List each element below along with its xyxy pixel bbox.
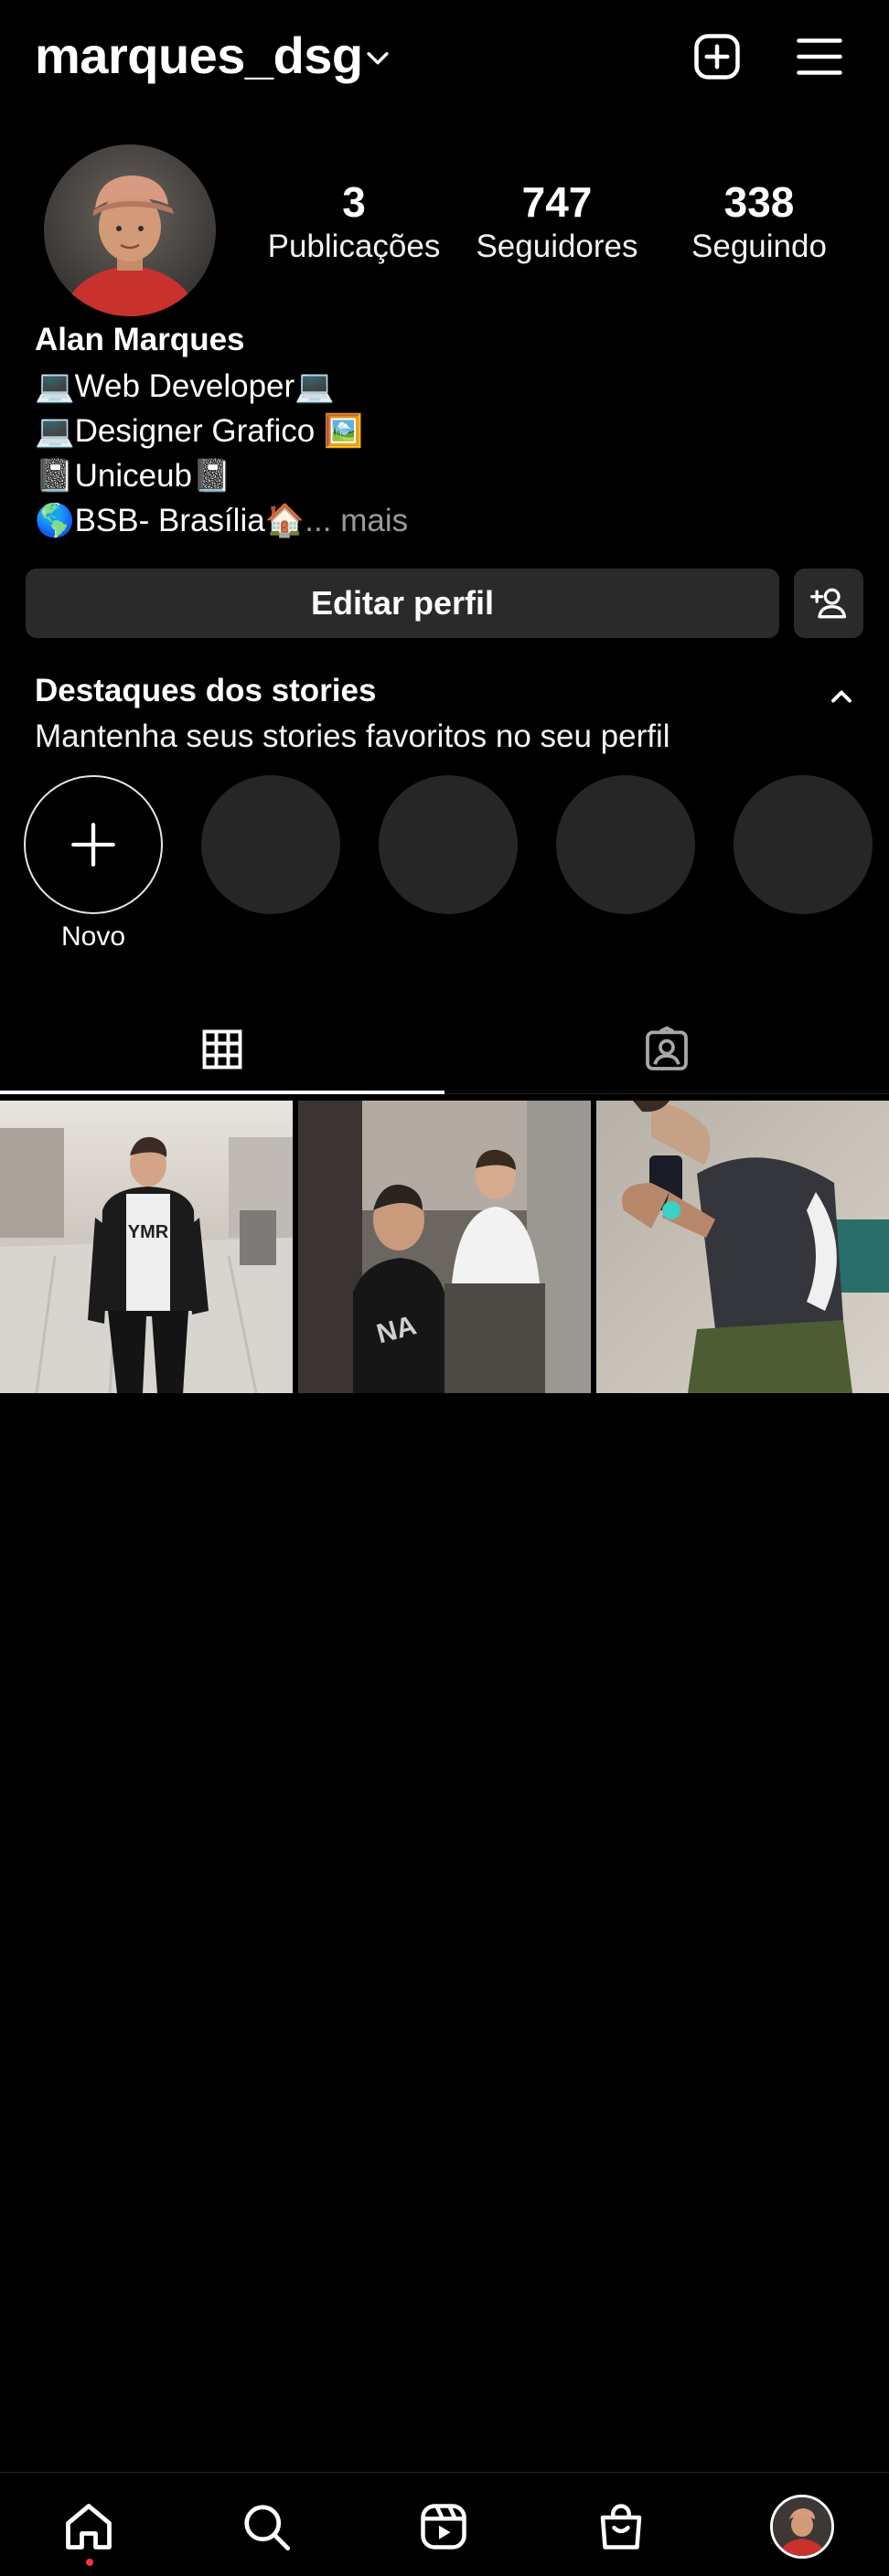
search-icon: [244, 2505, 291, 2551]
edit-profile-button[interactable]: Editar perfil: [26, 569, 779, 638]
nav-shop[interactable]: [589, 2495, 653, 2559]
home-icon: [66, 2504, 112, 2549]
bio-ellipsis: ...: [305, 503, 332, 538]
svg-text:YMR: YMR: [128, 1222, 169, 1242]
posts-count[interactable]: 3 Publicações: [254, 179, 454, 267]
highlight-placeholder: [201, 775, 340, 914]
bio-line-last: 🌎BSB- Brasília🏠... mais: [35, 502, 408, 540]
shop-icon: [600, 2504, 642, 2549]
tab-tagged[interactable]: [444, 1006, 889, 1093]
full-name: Alan Marques: [35, 322, 245, 357]
nav-home[interactable]: [57, 2495, 121, 2559]
posts-count-label: Publicações: [267, 228, 441, 264]
new-post-icon[interactable]: [690, 29, 744, 84]
add-user-icon: [810, 588, 847, 619]
following-count-value: 338: [723, 178, 795, 226]
notification-dot: [86, 2559, 93, 2566]
following-count-label: Seguindo: [691, 228, 827, 264]
bio-line: 📓Uniceub📓: [35, 458, 232, 494]
grid-icon: [202, 1029, 242, 1070]
top-bar: marques_dsg: [0, 0, 889, 119]
menu-icon[interactable]: [792, 29, 847, 84]
tab-posts-grid[interactable]: [0, 1006, 444, 1093]
discover-people-button[interactable]: [794, 569, 863, 638]
followers-count-value: 747: [521, 178, 593, 226]
post-thumbnail[interactable]: [596, 1101, 889, 1393]
highlight-placeholder: [734, 775, 873, 914]
post-thumbnail[interactable]: NA: [298, 1101, 591, 1393]
username[interactable]: marques_dsg: [35, 26, 363, 85]
profile-avatar[interactable]: [44, 144, 216, 316]
tagged-icon: [646, 1026, 688, 1070]
posts-count-value: 3: [342, 178, 366, 226]
post-thumbnail[interactable]: YMR: [0, 1101, 293, 1393]
bio-line: 💻Designer Grafico 🖼️: [35, 413, 364, 449]
nav-search[interactable]: [234, 2495, 298, 2559]
reels-icon: [421, 2504, 466, 2549]
active-tab-indicator: [0, 1091, 444, 1094]
highlight-placeholder: [379, 775, 518, 914]
highlight-placeholder: [556, 775, 695, 914]
nav-reels[interactable]: [412, 2495, 476, 2559]
bio-more-link[interactable]: mais: [340, 503, 408, 538]
bio-line-text: 🌎BSB- Brasília🏠: [35, 503, 305, 538]
bio-line: 💻Web Developer💻: [35, 368, 335, 404]
bottom-nav: [0, 2472, 889, 2576]
followers-count[interactable]: 747 Seguidores: [457, 179, 657, 267]
chevron-up-icon[interactable]: [825, 680, 858, 713]
highlights-subtitle: Mantenha seus stories favoritos no seu p…: [35, 719, 670, 754]
nav-profile-avatar[interactable]: [770, 2495, 834, 2559]
followers-count-label: Seguidores: [476, 228, 638, 264]
plus-icon: [71, 823, 115, 867]
highlights-title: Destaques dos stories: [35, 673, 377, 708]
following-count[interactable]: 338 Seguindo: [668, 179, 851, 267]
new-highlight-button[interactable]: [24, 775, 163, 914]
chevron-down-icon[interactable]: [362, 42, 393, 73]
new-highlight-label: Novo: [60, 921, 126, 952]
